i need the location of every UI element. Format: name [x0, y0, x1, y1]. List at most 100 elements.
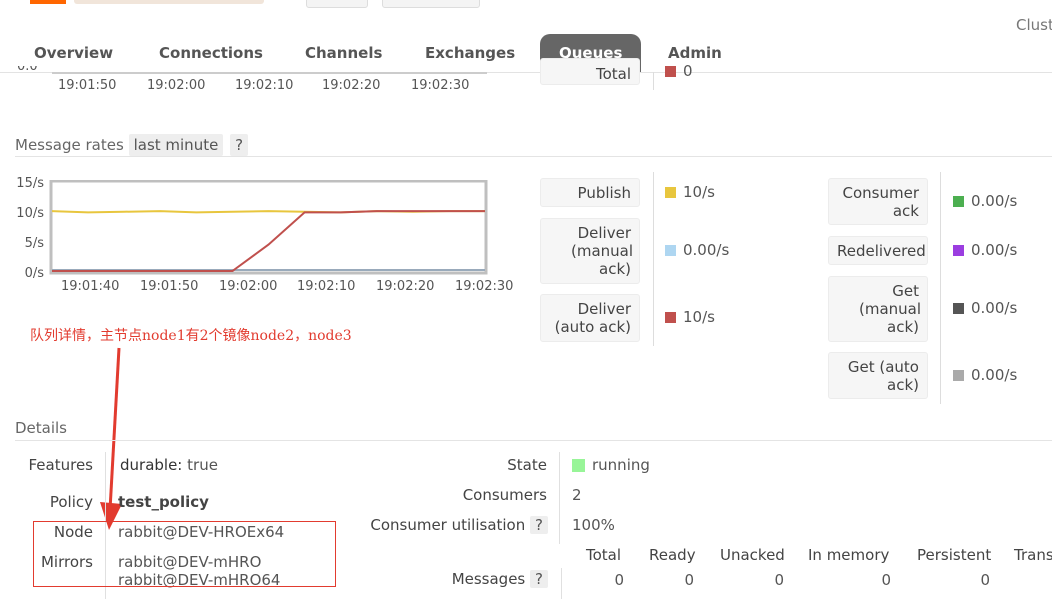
section-rule	[15, 156, 1052, 157]
publish-value: 10/s	[683, 183, 715, 201]
redelivered-value: 0.00/s	[971, 241, 1018, 259]
state-key: State	[507, 456, 547, 474]
utilisation-key: Consumer utilisation ?	[350, 516, 548, 534]
annotation-highlight-box	[33, 521, 336, 587]
rates-xtick: 19:02:20	[376, 279, 435, 294]
rates-ytick: 15/s	[16, 176, 44, 191]
rabbitmq-logo	[30, 0, 264, 4]
legend-label-get-manual: Get (manual ack)	[828, 276, 928, 342]
rates-ytick: 10/s	[16, 206, 44, 221]
messages-total-value: 0	[614, 571, 624, 589]
main-nav: Overview Connections Channels Exchanges …	[0, 34, 1052, 73]
messages-col-ready: Ready	[649, 546, 696, 564]
divider	[653, 72, 654, 90]
messages-in-memory-value: 0	[881, 571, 891, 589]
features-name: durable:	[120, 456, 183, 474]
queued-xtick: 19:02:30	[411, 78, 470, 93]
consumers-key: Consumers	[462, 486, 547, 504]
legend-label-publish: Publish	[540, 178, 640, 207]
rates-ytick: 0/s	[24, 266, 44, 281]
annotation-text: 队列详情，主节点node1有2个镜像node2，node3	[30, 328, 352, 344]
deliver-manual-swatch	[665, 245, 676, 256]
utilisation-label: Consumer utilisation	[370, 516, 526, 534]
header-pill-1[interactable]	[306, 0, 368, 8]
legend-label-consumer-ack: Consumer ack	[828, 178, 928, 225]
chart-plot-area	[49, 180, 488, 275]
messages-col-unacked: Unacked	[720, 546, 785, 564]
messages-col-persistent: Persistent	[917, 546, 992, 564]
policy-key: Policy	[49, 493, 93, 511]
utilisation-value: 100%	[572, 516, 615, 534]
legend-divider	[653, 172, 654, 346]
deliver-auto-value: 10/s	[683, 308, 715, 326]
publish-swatch	[665, 187, 676, 198]
get-auto-value: 0.00/s	[971, 366, 1018, 384]
state-value: running	[592, 456, 650, 474]
logo-wordmark	[74, 0, 264, 4]
get-auto-swatch	[953, 370, 964, 381]
legend-label-deliver-manual: Deliver (manual ack)	[540, 218, 640, 284]
annotation-arrow-shaft	[108, 347, 121, 511]
legend-total-text: Total	[595, 65, 631, 83]
rates-xtick: 19:02:10	[297, 279, 356, 294]
legend-total-swatch	[665, 66, 676, 77]
queued-xtick: 19:02:10	[235, 78, 294, 93]
legend-label-get-auto: Get (auto ack)	[828, 352, 928, 399]
messages-key: Messages ?	[350, 570, 548, 588]
messages-help-button[interactable]: ?	[530, 570, 548, 588]
logo-mark	[30, 0, 66, 4]
rates-ytick: 5/s	[24, 236, 44, 251]
queued-xtick: 19:01:50	[58, 78, 117, 93]
messages-col-transient: Trans	[1014, 546, 1052, 564]
section-rule	[15, 440, 1052, 441]
queued-ytick: 0.0	[17, 66, 38, 74]
features-key: Features	[28, 456, 94, 474]
legend-divider	[940, 172, 941, 404]
queued-xtick: 19:02:00	[147, 78, 206, 93]
header-pill-2[interactable]	[382, 0, 480, 8]
help-button[interactable]: ?	[230, 134, 249, 156]
rates-xtick: 19:01:40	[61, 279, 120, 294]
queued-xtick: 19:02:20	[322, 78, 381, 93]
deliver-auto-swatch	[665, 312, 676, 323]
get-manual-value: 0.00/s	[971, 299, 1018, 317]
legend-label-deliver-auto: Deliver (auto ack)	[540, 294, 640, 342]
cluster-label: Clust	[1016, 16, 1052, 34]
consumers-value: 2	[572, 486, 582, 504]
redelivered-swatch	[953, 245, 964, 256]
features-value: durable: true	[120, 456, 218, 474]
tab-admin[interactable]: Admin	[650, 34, 740, 72]
rates-xtick: 19:02:30	[455, 279, 514, 294]
rates-xtick: 19:01:50	[140, 279, 199, 294]
messages-unacked-value: 0	[774, 571, 784, 589]
policy-link[interactable]: test_policy	[118, 493, 209, 511]
details-divider	[559, 452, 560, 544]
features-flag: true	[187, 456, 218, 474]
deliver-manual-value: 0.00/s	[683, 241, 730, 259]
queued-chart-ytick-clip: 0.0	[15, 66, 52, 76]
legend-label-redelivered: Redelivered	[828, 236, 928, 265]
consumer-ack-swatch	[953, 196, 964, 207]
range-selector[interactable]: last minute	[128, 134, 224, 156]
utilisation-help-button[interactable]: ?	[530, 516, 548, 534]
rates-xtick: 19:02:00	[219, 279, 278, 294]
messages-label: Messages	[451, 570, 526, 588]
state-indicator	[572, 459, 585, 472]
legend-total-value: 0	[683, 62, 693, 80]
tab-connections[interactable]: Connections	[141, 34, 281, 72]
messages-ready-value: 0	[684, 571, 694, 589]
messages-persistent-value: 0	[980, 571, 990, 589]
legend-total-label: Total	[540, 58, 640, 85]
message-rates-chart	[49, 180, 488, 275]
messages-col-total: Total	[586, 546, 622, 564]
messages-col-in-memory: In memory	[808, 546, 890, 564]
tab-exchanges[interactable]: Exchanges	[407, 34, 533, 72]
message-rates-title: Message rates	[15, 136, 124, 154]
message-rates-heading: Message rates last minute ?	[15, 134, 249, 156]
get-manual-swatch	[953, 303, 964, 314]
details-divider	[561, 568, 562, 599]
queued-chart-frame	[52, 72, 487, 74]
consumer-ack-value: 0.00/s	[971, 192, 1018, 210]
tab-channels[interactable]: Channels	[287, 34, 400, 72]
details-heading: Details	[15, 419, 68, 437]
